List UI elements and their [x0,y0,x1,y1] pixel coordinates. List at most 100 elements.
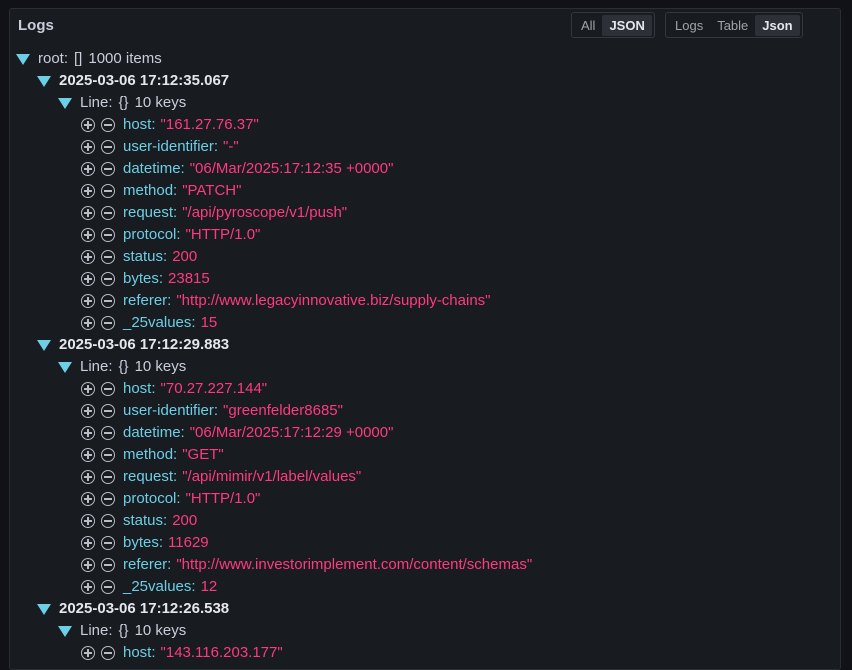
filter-for-value-icon[interactable] [81,382,95,396]
filter-for-value-icon[interactable] [81,426,95,440]
log-entry[interactable]: 2025-03-06 17:12:35.067 [37,70,229,92]
field-value: "/api/pyroscope/v1/push" [182,202,347,224]
field-value: "161.27.76.37" [161,114,259,136]
tree-root[interactable]: root:[]1000 items [16,48,162,70]
filter-for-value-icon[interactable] [81,140,95,154]
mode-json[interactable]: JSON [602,15,651,36]
entry-timestamp: 2025-03-06 17:12:29.883 [59,334,229,356]
field-value: "70.27.227.144" [161,378,268,400]
filter-for-value-icon[interactable] [81,250,95,264]
line-node[interactable]: Line:{}10 keys [58,356,186,378]
line-count: 10 keys [135,92,187,114]
field-value: 15 [201,312,218,334]
filter-out-value-icon[interactable] [101,140,115,154]
field-row: _25values:12 [81,576,217,598]
field-key: request: [123,466,177,488]
filter-out-value-icon[interactable] [101,206,115,220]
expand-triangle-icon[interactable] [58,626,72,637]
expand-triangle-icon[interactable] [37,340,51,351]
filter-for-value-icon[interactable] [81,316,95,330]
filter-out-value-icon[interactable] [101,118,115,132]
field-key: host: [123,114,156,136]
filter-out-value-icon[interactable] [101,272,115,286]
filter-for-value-icon[interactable] [81,184,95,198]
field-key: referer: [123,554,171,576]
field-row: referer:"http://www.legacyinnovative.biz… [81,290,491,312]
log-entry[interactable]: 2025-03-06 17:12:29.883 [37,334,229,356]
filter-out-value-icon[interactable] [101,184,115,198]
filter-out-value-icon[interactable] [101,228,115,242]
field-value: "GET" [182,444,223,466]
field-key: user-identifier: [123,400,218,422]
root-type: [] [74,48,82,70]
filter-out-value-icon[interactable] [101,558,115,572]
entry-timestamp: 2025-03-06 17:12:35.067 [59,70,229,92]
field-row: host:"143.116.203.177" [81,642,283,664]
log-entry[interactable]: 2025-03-06 17:12:26.538 [37,598,229,620]
line-count: 10 keys [135,356,187,378]
filter-out-value-icon[interactable] [101,580,115,594]
filter-for-value-icon[interactable] [81,470,95,484]
filter-out-value-icon[interactable] [101,426,115,440]
panel-title: Logs [18,17,54,34]
field-key: bytes: [123,532,163,554]
expand-triangle-icon[interactable] [58,362,72,373]
field-value: "/api/mimir/v1/label/values" [182,466,361,488]
filter-for-value-icon[interactable] [81,536,95,550]
filter-for-value-icon[interactable] [81,294,95,308]
filter-out-value-icon[interactable] [101,448,115,462]
filter-out-value-icon[interactable] [101,316,115,330]
filter-for-value-icon[interactable] [81,492,95,506]
field-value: 200 [172,246,197,268]
field-value: "PATCH" [182,180,241,202]
filter-for-value-icon[interactable] [81,448,95,462]
view-json[interactable]: Json [755,15,799,36]
filter-for-value-icon[interactable] [81,228,95,242]
filter-for-value-icon[interactable] [81,514,95,528]
filter-out-value-icon[interactable] [101,250,115,264]
filter-out-value-icon[interactable] [101,294,115,308]
field-key: datetime: [123,158,185,180]
line-node[interactable]: Line:{}10 keys [58,620,186,642]
expand-triangle-icon[interactable] [16,54,30,65]
filter-for-value-icon[interactable] [81,118,95,132]
field-row: host:"70.27.227.144" [81,378,267,400]
mode-all[interactable]: All [574,15,602,36]
filter-for-value-icon[interactable] [81,558,95,572]
filter-out-value-icon[interactable] [101,536,115,550]
filter-for-value-icon[interactable] [81,272,95,286]
view-table[interactable]: Table [710,15,755,36]
filter-for-value-icon[interactable] [81,162,95,176]
field-value: "http://www.legacyinnovative.biz/supply-… [176,290,490,312]
field-key: status: [123,246,167,268]
filter-out-value-icon[interactable] [101,470,115,484]
expand-triangle-icon[interactable] [58,98,72,109]
field-row: method:"PATCH" [81,180,241,202]
line-node[interactable]: Line:{}10 keys [58,92,186,114]
field-value: "HTTP/1.0" [186,488,261,510]
filter-out-value-icon[interactable] [101,514,115,528]
filter-for-value-icon[interactable] [81,646,95,660]
expand-triangle-icon[interactable] [37,76,51,87]
filter-for-value-icon[interactable] [81,206,95,220]
filter-out-value-icon[interactable] [101,382,115,396]
field-row: status:200 [81,510,197,532]
field-key: status: [123,510,167,532]
field-key: user-identifier: [123,136,218,158]
line-type: {} [119,620,129,642]
filter-for-value-icon[interactable] [81,580,95,594]
view-logs[interactable]: Logs [668,15,710,36]
field-row: referer:"http://www.investorimplement.co… [81,554,532,576]
filter-out-value-icon[interactable] [101,646,115,660]
field-value: "greenfelder8685" [223,400,343,422]
filter-out-value-icon[interactable] [101,404,115,418]
field-row: user-identifier:"-" [81,136,239,158]
line-label: Line: [80,356,113,378]
line-label: Line: [80,620,113,642]
filter-for-value-icon[interactable] [81,404,95,418]
field-value: 12 [201,576,218,598]
expand-triangle-icon[interactable] [37,604,51,615]
filter-out-value-icon[interactable] [101,492,115,506]
filter-out-value-icon[interactable] [101,162,115,176]
field-value: "06/Mar/2025:17:12:35 +0000" [190,158,394,180]
